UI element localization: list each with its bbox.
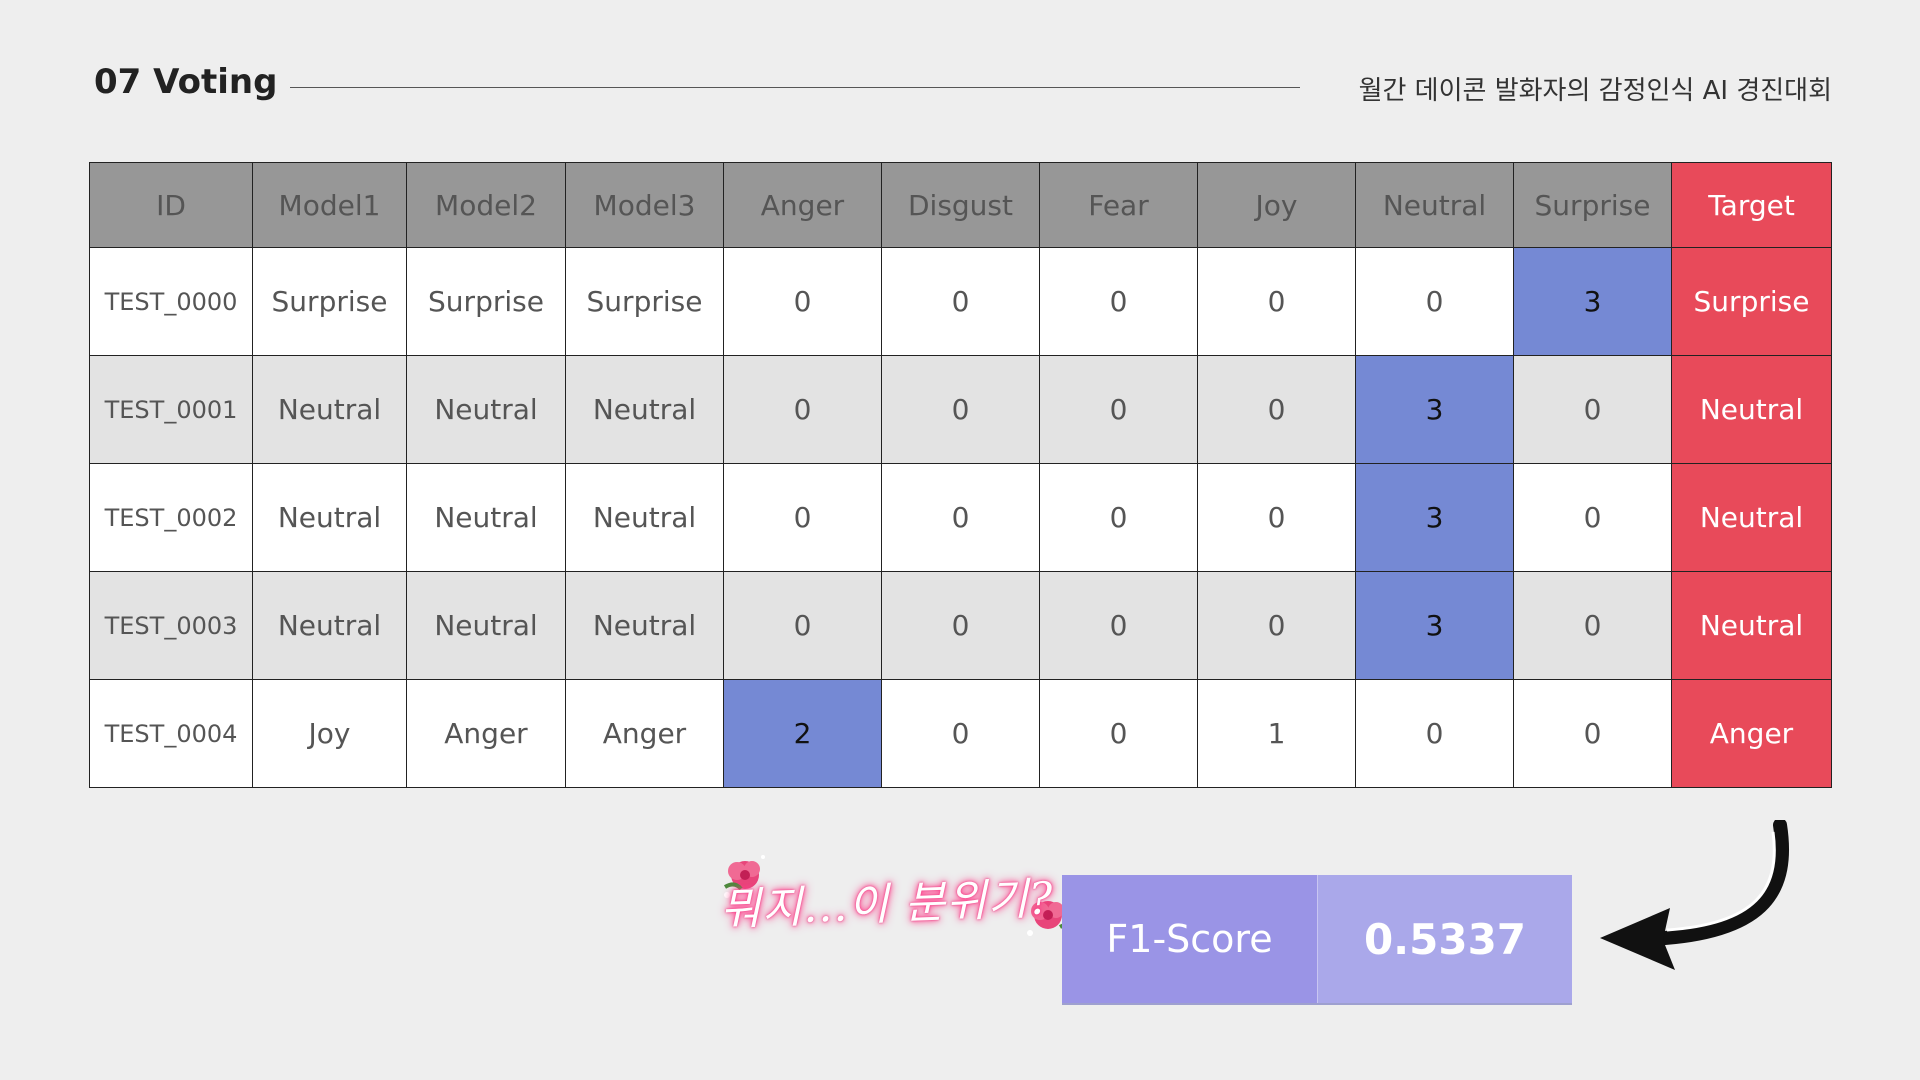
table-cell-id: TEST_0004 — [89, 679, 253, 788]
table-cell: 0 — [723, 571, 882, 680]
page-subtitle: 월간 데이콘 발화자의 감정인식 AI 경진대회 — [1358, 76, 1832, 106]
table-cell: 0 — [1039, 463, 1198, 572]
f1-score-label: F1-Score — [1062, 875, 1318, 1003]
table-cell: 0 — [1513, 679, 1672, 788]
column-header-fear: Fear — [1039, 162, 1198, 248]
table-cell: 0 — [1039, 679, 1198, 788]
page-title: 07 Voting — [94, 62, 278, 102]
column-header-model2: Model2 — [406, 162, 566, 248]
table-cell: Neutral — [565, 355, 724, 464]
table-cell: 0 — [1197, 247, 1356, 356]
table-cell: Neutral — [406, 463, 566, 572]
table-cell: 0 — [1197, 463, 1356, 572]
table-cell: 0 — [881, 679, 1040, 788]
table-cell-target: Neutral — [1671, 571, 1832, 680]
table-cell: Neutral — [252, 463, 407, 572]
table-cell-id: TEST_0001 — [89, 355, 253, 464]
table-cell: Surprise — [252, 247, 407, 356]
table-row: TEST_0002 Neutral Neutral Neutral 0 0 0 … — [89, 463, 1832, 572]
column-header-model1: Model1 — [252, 162, 407, 248]
table-cell-target: Neutral — [1671, 355, 1832, 464]
column-header-target: Target — [1671, 162, 1832, 248]
table-cell: 0 — [881, 247, 1040, 356]
curved-arrow-icon — [1600, 820, 1790, 970]
column-header-surprise: Surprise — [1513, 162, 1672, 248]
table-cell: Surprise — [565, 247, 724, 356]
table-cell-id: TEST_0000 — [89, 247, 253, 356]
table-cell: Anger — [565, 679, 724, 788]
f1-score-box: F1-Score 0.5337 — [1062, 875, 1572, 1005]
table-cell: 0 — [723, 463, 882, 572]
tagline-text: 뭐지...이 분위기? — [719, 873, 1055, 936]
table-cell: 0 — [723, 355, 882, 464]
table-cell: Joy — [252, 679, 407, 788]
table-cell: Neutral — [565, 463, 724, 572]
table-cell: Neutral — [565, 571, 724, 680]
table-row: TEST_0003 Neutral Neutral Neutral 0 0 0 … — [89, 571, 1832, 680]
table-cell-highlighted: 2 — [723, 679, 882, 788]
table-cell-target: Neutral — [1671, 463, 1832, 572]
column-header-neutral: Neutral — [1355, 162, 1514, 248]
table-cell: 0 — [1513, 355, 1672, 464]
column-header-disgust: Disgust — [881, 162, 1040, 248]
table-cell-highlighted: 3 — [1513, 247, 1672, 356]
table-cell: 0 — [881, 355, 1040, 464]
table-cell: 0 — [1197, 571, 1356, 680]
table-cell: 0 — [881, 571, 1040, 680]
table-cell: Neutral — [406, 355, 566, 464]
table-cell-highlighted: 3 — [1355, 571, 1514, 680]
table-cell: 0 — [723, 247, 882, 356]
voting-table: ID Model1 Model2 Model3 Anger Disgust Fe… — [89, 162, 1832, 788]
column-header-id: ID — [89, 162, 253, 248]
table-cell: 0 — [1039, 571, 1198, 680]
table-row: TEST_0001 Neutral Neutral Neutral 0 0 0 … — [89, 355, 1832, 464]
table-cell: Neutral — [252, 355, 407, 464]
table-cell: 0 — [1039, 247, 1198, 356]
table-cell: 1 — [1197, 679, 1356, 788]
title-rule — [290, 87, 1300, 88]
table-cell: Anger — [406, 679, 566, 788]
table-cell: 0 — [1513, 463, 1672, 572]
table-cell-highlighted: 3 — [1355, 463, 1514, 572]
table-cell: 0 — [881, 463, 1040, 572]
table-cell-target: Anger — [1671, 679, 1832, 788]
table-cell-id: TEST_0003 — [89, 571, 253, 680]
f1-score-value: 0.5337 — [1318, 875, 1572, 1003]
table-cell: 0 — [1197, 355, 1356, 464]
table-cell: 0 — [1355, 247, 1514, 356]
table-cell: 0 — [1355, 679, 1514, 788]
column-header-anger: Anger — [723, 162, 882, 248]
table-cell-highlighted: 3 — [1355, 355, 1514, 464]
table-cell: 0 — [1513, 571, 1672, 680]
table-row: TEST_0004 Joy Anger Anger 2 0 0 1 0 0 An… — [89, 679, 1832, 788]
table-row: TEST_0000 Surprise Surprise Surprise 0 0… — [89, 247, 1832, 356]
column-header-joy: Joy — [1197, 162, 1356, 248]
table-cell: Neutral — [252, 571, 407, 680]
table-cell: Neutral — [406, 571, 566, 680]
table-cell-target: Surprise — [1671, 247, 1832, 356]
column-header-model3: Model3 — [565, 162, 724, 248]
table-cell: 0 — [1039, 355, 1198, 464]
table-header-row: ID Model1 Model2 Model3 Anger Disgust Fe… — [89, 162, 1832, 248]
table-cell-id: TEST_0002 — [89, 463, 253, 572]
table-cell: Surprise — [406, 247, 566, 356]
